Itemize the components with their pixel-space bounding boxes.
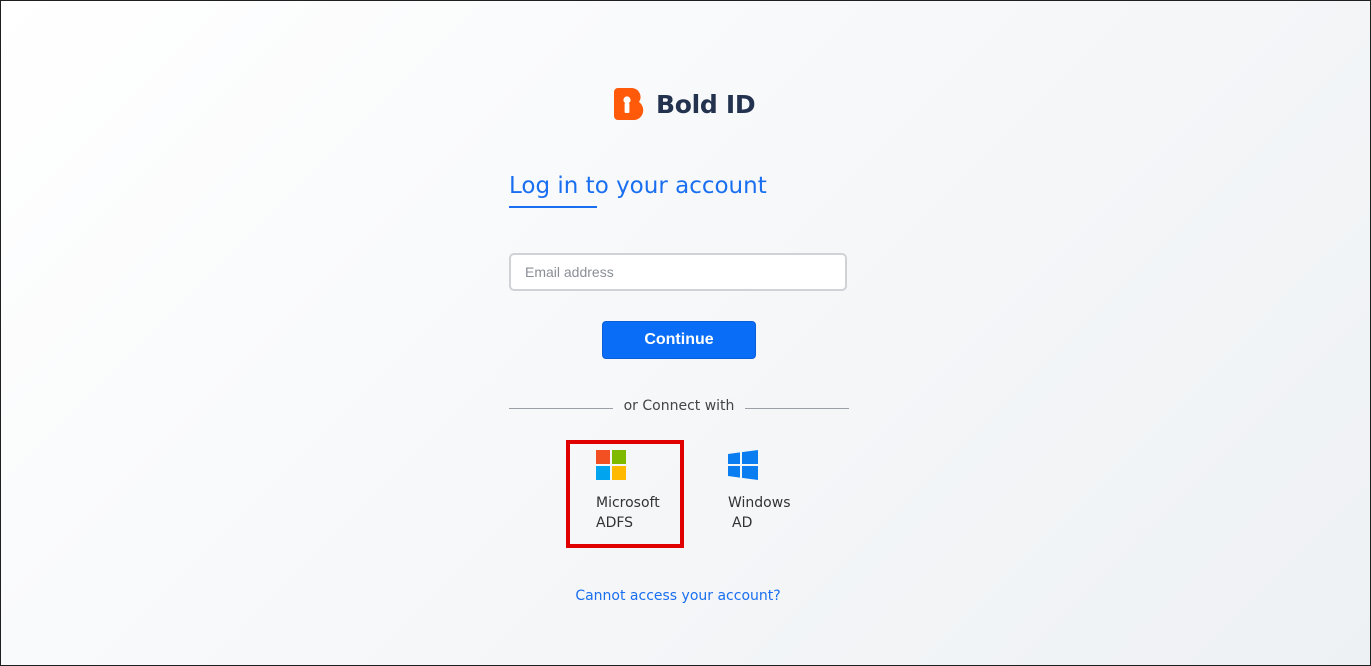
selection-highlight (566, 440, 684, 548)
provider-label-line1: Windows (728, 495, 791, 511)
windows-ad-option[interactable]: Windows AD (728, 450, 818, 533)
title-underline (509, 206, 597, 208)
windows-icon (728, 450, 758, 480)
brand-name: Bold ID (656, 89, 756, 119)
email-field[interactable] (509, 253, 847, 291)
divider-right (745, 408, 849, 409)
brand-logo: Bold ID (614, 86, 756, 122)
bold-id-logo-icon (614, 88, 644, 120)
provider-label-line2: AD (732, 515, 753, 531)
cannot-access-account-link[interactable]: Cannot access your account? (509, 588, 847, 604)
continue-button[interactable]: Continue (602, 321, 756, 359)
page-title: Log in to your account (509, 173, 767, 199)
connect-with-label: or Connect with (623, 398, 735, 414)
divider-left (509, 408, 613, 409)
